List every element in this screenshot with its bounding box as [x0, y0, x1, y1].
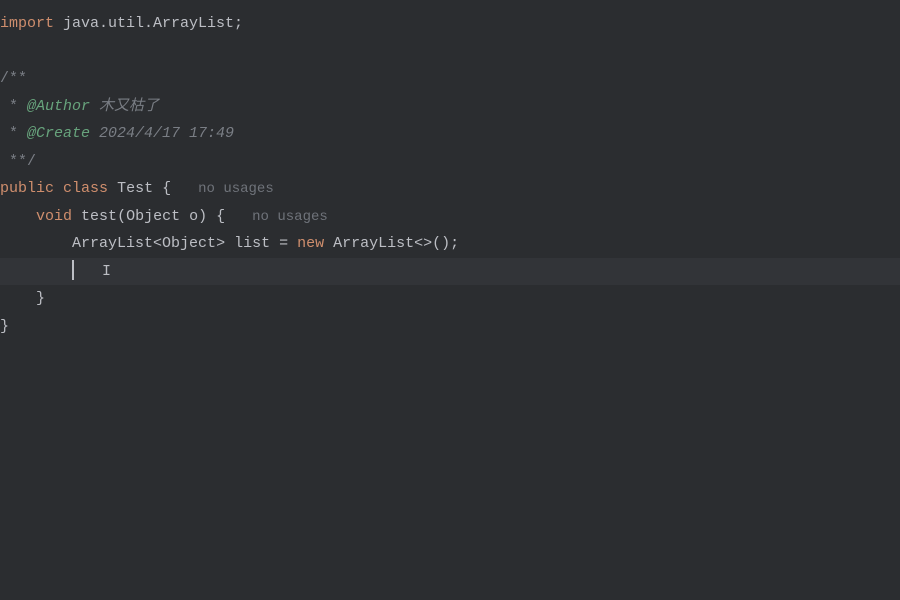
doc-author-value: 木又枯了	[90, 98, 159, 115]
doc-create-value: 2024/4/17 17:49	[90, 125, 234, 142]
keyword-void: void	[36, 208, 72, 225]
brace-close: }	[0, 318, 9, 335]
doc-comment-close: **/	[0, 153, 36, 170]
generic-open: <	[153, 235, 162, 252]
indent	[0, 235, 72, 252]
brace-open: {	[207, 208, 225, 225]
doc-comment-prefix: *	[0, 98, 27, 115]
code-line[interactable]: * @Author 木又枯了	[0, 93, 900, 121]
assign-op: =	[270, 235, 297, 252]
brace-close: }	[36, 290, 45, 307]
generic-type: Object	[162, 235, 216, 252]
method-name: test	[81, 208, 117, 225]
paren-close: )	[198, 208, 207, 225]
variable-name: list	[225, 235, 270, 252]
code-line[interactable]: /**	[0, 65, 900, 93]
doc-comment-prefix: *	[0, 125, 27, 142]
brace-open: {	[153, 180, 171, 197]
usage-hint[interactable]: no usages	[198, 181, 274, 197]
doc-tag-author: @Author	[27, 98, 90, 115]
code-line-blank[interactable]	[0, 38, 900, 66]
param-type: Object	[126, 208, 180, 225]
code-line[interactable]: ArrayList<Object> list = new ArrayList<>…	[0, 230, 900, 258]
code-line-active[interactable]: I	[0, 258, 900, 286]
class-name: Test	[117, 180, 153, 197]
code-editor[interactable]: import java.util.ArrayList; /** * @Autho…	[0, 0, 900, 340]
doc-comment-open: /**	[0, 70, 27, 87]
keyword-public: public	[0, 180, 54, 197]
indent	[0, 208, 36, 225]
doc-tag-create: @Create	[27, 125, 90, 142]
generic-close: >	[216, 235, 225, 252]
usage-hint[interactable]: no usages	[252, 209, 328, 225]
type-arraylist: ArrayList	[324, 235, 414, 252]
param-name: o	[180, 208, 198, 225]
ctor-call: ();	[432, 235, 459, 252]
type-arraylist: ArrayList	[72, 235, 153, 252]
code-line[interactable]: }	[0, 313, 900, 341]
code-line[interactable]: import java.util.ArrayList;	[0, 10, 900, 38]
text-cursor	[72, 260, 74, 280]
code-line[interactable]: }	[0, 285, 900, 313]
keyword-new: new	[297, 235, 324, 252]
diamond-op: <>	[414, 235, 432, 252]
indent	[0, 290, 36, 307]
keyword-import: import	[0, 15, 54, 32]
code-line[interactable]: public class Test { no usages	[0, 175, 900, 203]
indent	[0, 263, 72, 280]
code-line[interactable]: * @Create 2024/4/17 17:49	[0, 120, 900, 148]
keyword-class: class	[63, 180, 108, 197]
code-line[interactable]: void test(Object o) { no usages	[0, 203, 900, 231]
paren-open: (	[117, 208, 126, 225]
code-line[interactable]: **/	[0, 148, 900, 176]
mouse-ibeam-icon: I	[102, 258, 111, 286]
import-path: java.util.ArrayList;	[54, 15, 243, 32]
